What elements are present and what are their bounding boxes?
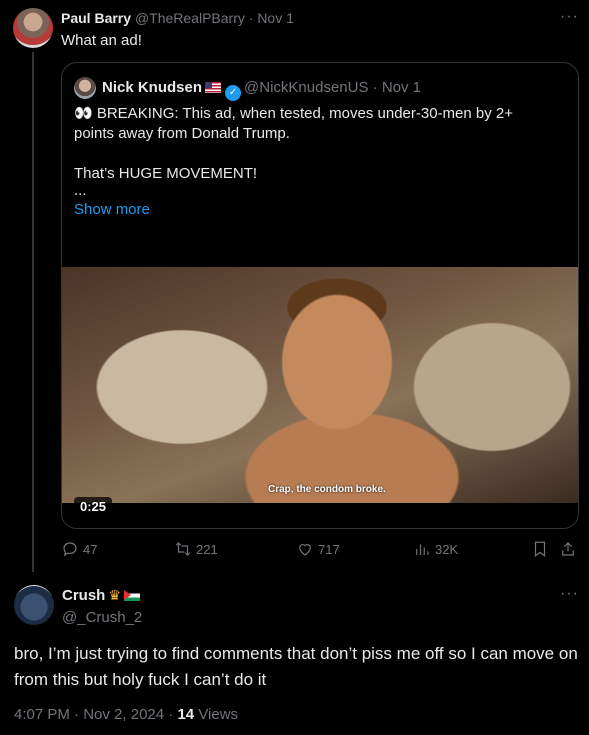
author-handle[interactable]: @TheRealPBarry — [135, 10, 245, 26]
reply-text: bro, I’m just trying to find comments th… — [14, 644, 578, 689]
reply-author[interactable]: Crush ♛ — [62, 587, 140, 604]
video-subtitle: Crap, the condom broke. — [268, 484, 386, 495]
share-icon — [562, 542, 574, 556]
quote-card[interactable]: Nick Knudsen ✓ @NickKnudsenUS · Nov 1 👀 BR… — [61, 62, 579, 529]
like-count: 717 — [318, 541, 340, 557]
post-date[interactable]: Nov 1 — [257, 10, 294, 26]
quote-date: Nov 1 — [381, 79, 422, 96]
post-text: What an ad! — [61, 32, 142, 49]
thread-line — [32, 52, 34, 572]
quote-line-2: That’s HUGE MOVEMENT! — [74, 165, 258, 182]
quote-header: Nick Knudsen ✓ @NickKnudsenUS · Nov 1 — [102, 79, 421, 101]
like-button[interactable]: 717 — [296, 540, 340, 558]
show-more-link[interactable]: Show more — [74, 200, 544, 220]
quote-line-3: ... — [74, 182, 87, 199]
video-duration: 0:25 — [74, 497, 113, 516]
views-button[interactable]: 32K — [413, 540, 458, 558]
repost-count: 221 — [196, 541, 218, 557]
reply-count: 47 — [83, 541, 98, 557]
author-name[interactable]: Paul Barry — [61, 10, 131, 26]
quoted-tweet-post: Paul Barry @TheRealPBarry · Nov 1 ··· Wh… — [0, 0, 589, 575]
reply-post: Crush ♛ @_Crush_2 ··· bro, I’m just tryin… — [0, 575, 589, 735]
us-flag-icon — [205, 82, 222, 93]
repost-button[interactable]: 221 — [174, 540, 218, 558]
quote-line-1: 👀 BREAKING: This ad, when tested, moves … — [74, 105, 514, 142]
heart-icon — [299, 544, 311, 556]
views-count: 32K — [435, 541, 459, 557]
quote-author-handle: @NickKnudsenUS — [244, 79, 369, 96]
reply-views-label: Views — [198, 706, 239, 723]
bookmark-button[interactable] — [531, 540, 549, 558]
repost-icon — [175, 542, 191, 556]
reply-author-handle[interactable]: @_Crush_2 — [62, 609, 142, 626]
palestine-flag-icon — [123, 590, 140, 601]
dot-separator: · — [168, 706, 174, 723]
avatar[interactable] — [13, 8, 53, 48]
reply-meta: 4:07 PM · Nov 2, 2024 · 14 Views — [14, 706, 238, 723]
avatar[interactable] — [14, 585, 54, 625]
video-frame — [62, 267, 578, 503]
reply-author-name: Crush — [62, 587, 106, 604]
bookmark-icon — [534, 541, 546, 557]
reply-views-count: 14 — [177, 706, 195, 723]
share-button[interactable] — [559, 540, 577, 558]
more-options-icon[interactable]: ··· — [560, 8, 579, 26]
dot-separator: · — [74, 706, 80, 723]
crown-icon: ♛ — [108, 587, 121, 603]
verified-badge-icon: ✓ — [225, 85, 242, 101]
avatar — [74, 77, 96, 99]
quote-author-name: Nick Knudsen — [102, 79, 203, 96]
video-player[interactable]: Crap, the condom broke. 0:25 — [62, 240, 578, 528]
reply-button[interactable]: 47 — [61, 540, 97, 558]
dot-separator: · — [248, 10, 254, 26]
post-header: Paul Barry @TheRealPBarry · Nov 1 — [61, 10, 294, 26]
reply-date[interactable]: Nov 2, 2024 — [83, 706, 164, 723]
dot-separator: · — [372, 79, 378, 96]
more-options-icon[interactable]: ··· — [560, 585, 579, 603]
reply-icon — [63, 542, 77, 557]
reply-time[interactable]: 4:07 PM — [14, 706, 70, 723]
analytics-icon — [416, 544, 429, 555]
quote-text: 👀 BREAKING: This ad, when tested, moves … — [74, 104, 544, 220]
action-bar: 47 221 717 32K — [61, 540, 579, 562]
